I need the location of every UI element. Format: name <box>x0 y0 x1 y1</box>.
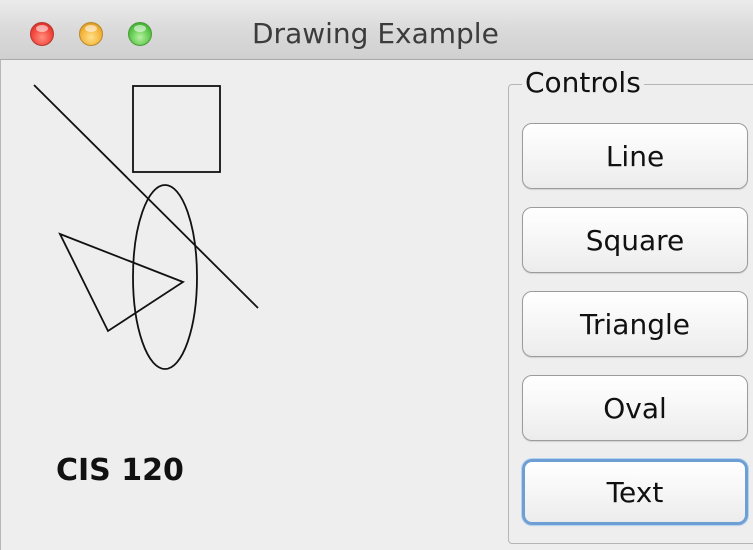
minimize-window-icon[interactable] <box>79 22 103 46</box>
oval-button[interactable]: Oval <box>522 375 748 441</box>
drawn-text: CIS 120 <box>56 453 184 488</box>
controls-panel-title: Controls <box>522 66 644 100</box>
triangle-button-label: Triangle <box>580 307 690 341</box>
drawing-window: Drawing Example CIS 120 Controls Line Sq… <box>0 0 753 550</box>
window-title: Drawing Example <box>252 17 499 50</box>
drawn-line <box>33 84 259 309</box>
drawn-square <box>132 85 221 173</box>
drawing-canvas[interactable]: CIS 120 <box>0 60 500 550</box>
oval-button-label: Oval <box>603 391 667 425</box>
text-button[interactable]: Text <box>522 459 748 525</box>
title-bar[interactable]: Drawing Example <box>0 0 753 60</box>
line-button[interactable]: Line <box>522 123 748 189</box>
drawn-triangle <box>58 232 185 333</box>
square-button-label: Square <box>585 223 685 257</box>
text-button-label: Text <box>606 475 664 509</box>
triangle-button[interactable]: Triangle <box>522 291 748 357</box>
close-window-icon[interactable] <box>30 22 54 46</box>
square-button[interactable]: Square <box>522 207 748 273</box>
line-button-label: Line <box>605 139 665 173</box>
zoom-window-icon[interactable] <box>128 22 152 46</box>
drawn-oval <box>132 184 198 370</box>
